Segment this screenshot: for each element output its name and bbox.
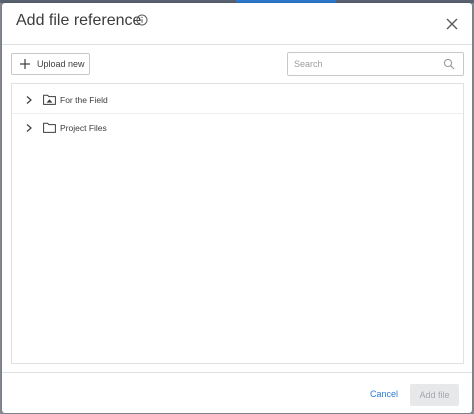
add-file-button[interactable]: Add file (410, 384, 459, 406)
file-tree: For the Field Project Files (11, 83, 464, 364)
tree-item-project-files[interactable]: Project Files (12, 114, 463, 142)
add-file-reference-dialog: Add file reference Upload new Search For… (2, 3, 472, 413)
search-input[interactable] (294, 56, 434, 72)
close-icon[interactable] (442, 14, 462, 34)
chevron-right-icon[interactable] (24, 95, 34, 105)
shared-folder-icon (43, 94, 56, 105)
upload-new-label: Upload new (37, 59, 85, 69)
tree-item-for-the-field[interactable]: For the Field (12, 86, 463, 114)
dialog-header: Add file reference (2, 3, 472, 45)
plus-icon (20, 59, 30, 69)
folder-icon (43, 122, 56, 133)
dialog-toolbar: Upload new (2, 45, 472, 83)
dialog-footer: Cancel Add file (2, 372, 472, 414)
tree-item-label: For the Field (60, 95, 108, 105)
info-icon[interactable] (136, 14, 148, 26)
tree-item-label: Project Files (60, 123, 107, 133)
cancel-button[interactable]: Cancel (364, 385, 404, 403)
chevron-right-icon[interactable] (24, 123, 34, 133)
search-icon[interactable] (443, 58, 455, 70)
search-box (287, 52, 464, 76)
upload-new-button[interactable]: Upload new (11, 53, 90, 75)
dialog-title: Add file reference (16, 12, 142, 29)
